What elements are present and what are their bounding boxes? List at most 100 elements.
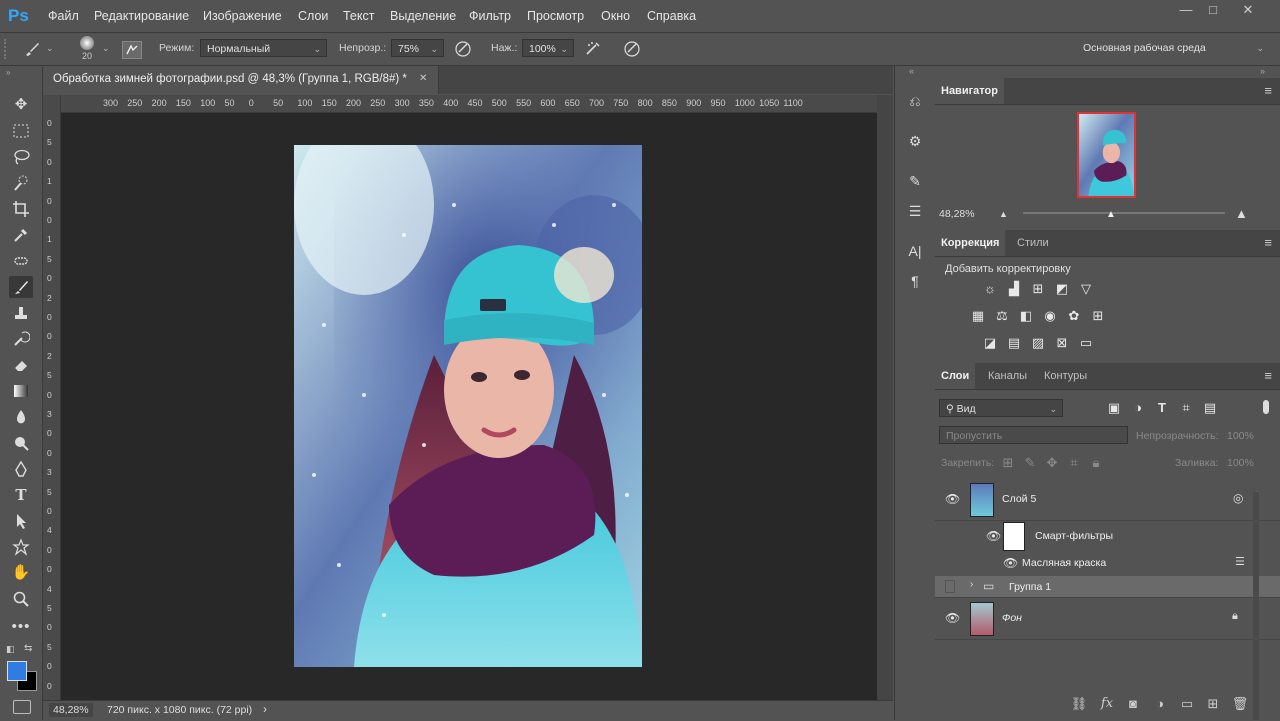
menu-select[interactable]: Выделение [390, 0, 456, 32]
color-lookup-icon[interactable]: ⊞ [1089, 308, 1107, 324]
tab-paths[interactable]: Контуры [1038, 363, 1093, 389]
layer-name[interactable]: Группа 1 [1009, 581, 1051, 593]
filter-adjustment-icon[interactable]: ◑ [1129, 400, 1147, 416]
collapse-panels-icon[interactable]: » [1260, 66, 1265, 76]
lock-artboard-icon[interactable]: ⌗ [1065, 455, 1083, 471]
brightness-contrast-icon[interactable]: ☼ [981, 281, 999, 297]
type-tool-icon[interactable]: T [9, 484, 33, 506]
history-brush-tool-icon[interactable] [9, 328, 33, 350]
new-layer-icon[interactable]: ⊞ [1204, 695, 1222, 713]
clone-stamp-tool-icon[interactable] [9, 302, 33, 324]
mode-dropdown[interactable]: Нормальный ⌄ [200, 39, 327, 57]
layer-row-group1[interactable]: › ▭ Группа 1 [935, 576, 1280, 598]
brush-panel-toggle-icon[interactable] [122, 41, 142, 59]
pressure-field[interactable]: 100% ⌄ [522, 39, 574, 57]
menu-edit[interactable]: Редактирование [94, 0, 189, 32]
size-pressure-icon[interactable] [623, 40, 641, 58]
fill-value[interactable]: 100% [1227, 457, 1254, 469]
brush-preview-icon[interactable] [80, 36, 94, 50]
layer-name[interactable]: Фон [1002, 612, 1022, 624]
filter-shape-icon[interactable]: ⌗ [1177, 400, 1195, 416]
vertical-scrollbar[interactable] [877, 95, 893, 700]
quick-selection-tool-icon[interactable] [9, 172, 33, 194]
layer-name[interactable]: Слой 5 [1002, 493, 1036, 505]
vibrance-icon[interactable]: ▽ [1077, 281, 1095, 297]
crop-tool-icon[interactable] [9, 198, 33, 220]
menu-help[interactable]: Справка [647, 0, 696, 32]
menu-window[interactable]: Окно [601, 0, 630, 32]
link-layers-icon[interactable]: ⛓︎ [1070, 695, 1088, 713]
more-tools-icon[interactable]: ••• [9, 616, 33, 638]
invert-icon[interactable]: ◪ [981, 335, 999, 351]
channel-mixer-icon[interactable]: ✿ [1065, 308, 1083, 324]
quick-mask-icon[interactable] [13, 700, 31, 714]
character-panel-icon[interactable]: A| [903, 240, 927, 262]
visibility-eye-icon[interactable]: 👁︎ [945, 611, 960, 625]
lock-position-icon[interactable]: ✥ [1043, 455, 1061, 471]
add-mask-icon[interactable]: ◙ [1124, 695, 1142, 713]
hand-tool-icon[interactable]: ✋ [9, 562, 33, 584]
menu-filter[interactable]: Фильтр [469, 0, 511, 32]
ruler-origin[interactable] [43, 95, 61, 113]
adjustments-menu-icon[interactable]: ≡ [1264, 230, 1272, 256]
filter-pixel-icon[interactable]: ▣ [1105, 400, 1123, 416]
gradient-map-icon[interactable]: ▭ [1077, 335, 1095, 351]
layers-menu-icon[interactable]: ≡ [1264, 363, 1272, 389]
tool-preset-chevron-icon[interactable]: ⌄ [46, 43, 54, 54]
history-panel-icon[interactable]: ⎌ [903, 90, 927, 112]
menu-layers[interactable]: Слои [298, 0, 328, 32]
zoom-slider-thumb[interactable]: ▲ [1106, 209, 1116, 220]
zoom-tool-icon[interactable] [9, 588, 33, 610]
filter-name[interactable]: Масляная краска [1022, 557, 1106, 569]
close-window-button[interactable]: ✕ [1232, 0, 1264, 22]
tab-layers[interactable]: Слои [935, 363, 976, 389]
foreground-color-swatch[interactable] [7, 661, 27, 681]
document-image[interactable] [294, 145, 642, 667]
paragraph-panel-icon[interactable]: ¶ [903, 270, 927, 292]
lasso-tool-icon[interactable] [9, 146, 33, 168]
posterize-icon[interactable]: ▤ [1005, 335, 1023, 351]
lock-pixels-icon[interactable]: ✎ [1021, 455, 1039, 471]
exposure-icon[interactable]: ◩ [1053, 281, 1071, 297]
visibility-toggle-empty[interactable] [945, 580, 955, 593]
tab-adjustments[interactable]: Коррекция [935, 230, 1006, 256]
lock-transparent-icon[interactable]: ⊞ [999, 455, 1017, 471]
menu-type[interactable]: Текст [343, 0, 374, 32]
new-group-icon[interactable]: ▭ [1178, 695, 1196, 713]
brush-picker-chevron-icon[interactable]: ⌄ [102, 43, 110, 54]
collapse-dock-icon[interactable]: « [909, 66, 914, 76]
move-tool-icon[interactable]: ✥ [9, 94, 33, 116]
collapse-toolbar-icon[interactable]: » [6, 68, 10, 77]
airbrush-icon[interactable] [584, 40, 602, 58]
curves-icon[interactable]: ⊞ [1029, 281, 1047, 297]
layer-filter-dropdown[interactable]: ⚲ Вид ⌄ [939, 399, 1063, 417]
levels-icon[interactable]: ▟ [1005, 281, 1023, 297]
brush-tool-icon[interactable] [9, 276, 33, 298]
properties-panel-icon[interactable]: ⚙ [903, 130, 927, 152]
brush-settings-panel-icon[interactable]: ✎ [903, 170, 927, 192]
eraser-tool-icon[interactable] [9, 354, 33, 376]
grip-handle[interactable] [4, 39, 14, 59]
visibility-eye-icon[interactable]: 👁︎ [945, 492, 960, 506]
marquee-tool-icon[interactable] [9, 120, 33, 142]
layers-scrollbar[interactable] [1253, 492, 1259, 720]
fx-icon[interactable]: fx [1098, 695, 1116, 713]
canvas-area[interactable] [61, 113, 877, 700]
zoom-out-icon[interactable]: ▲ [999, 209, 1008, 219]
menu-image[interactable]: Изображение [203, 0, 282, 32]
custom-shape-tool-icon[interactable] [9, 536, 33, 558]
smart-filters-label[interactable]: Смарт-фильтры [1035, 530, 1113, 542]
navigator-zoom-slider[interactable] [1023, 212, 1225, 214]
tab-styles[interactable]: Стили [1011, 230, 1055, 256]
brush-tool-icon[interactable] [22, 39, 42, 59]
dodge-tool-icon[interactable] [9, 432, 33, 454]
delete-layer-icon[interactable]: 🗑︎ [1231, 695, 1249, 713]
navigator-thumbnail[interactable] [1077, 112, 1136, 198]
zoom-field[interactable]: 48,28% [49, 703, 93, 717]
filter-type-icon[interactable]: T [1153, 400, 1171, 416]
layer-row-sloi5[interactable]: 👁︎ Слой 5 ◎ ⌃ [935, 480, 1280, 521]
visibility-eye-icon[interactable]: 👁︎ [1003, 556, 1018, 570]
adjust-sliders-panel-icon[interactable]: ☰ [903, 200, 927, 222]
workspace-dropdown[interactable]: Основная рабочая среда ⌄ [1077, 39, 1269, 57]
path-selection-tool-icon[interactable] [9, 510, 33, 532]
